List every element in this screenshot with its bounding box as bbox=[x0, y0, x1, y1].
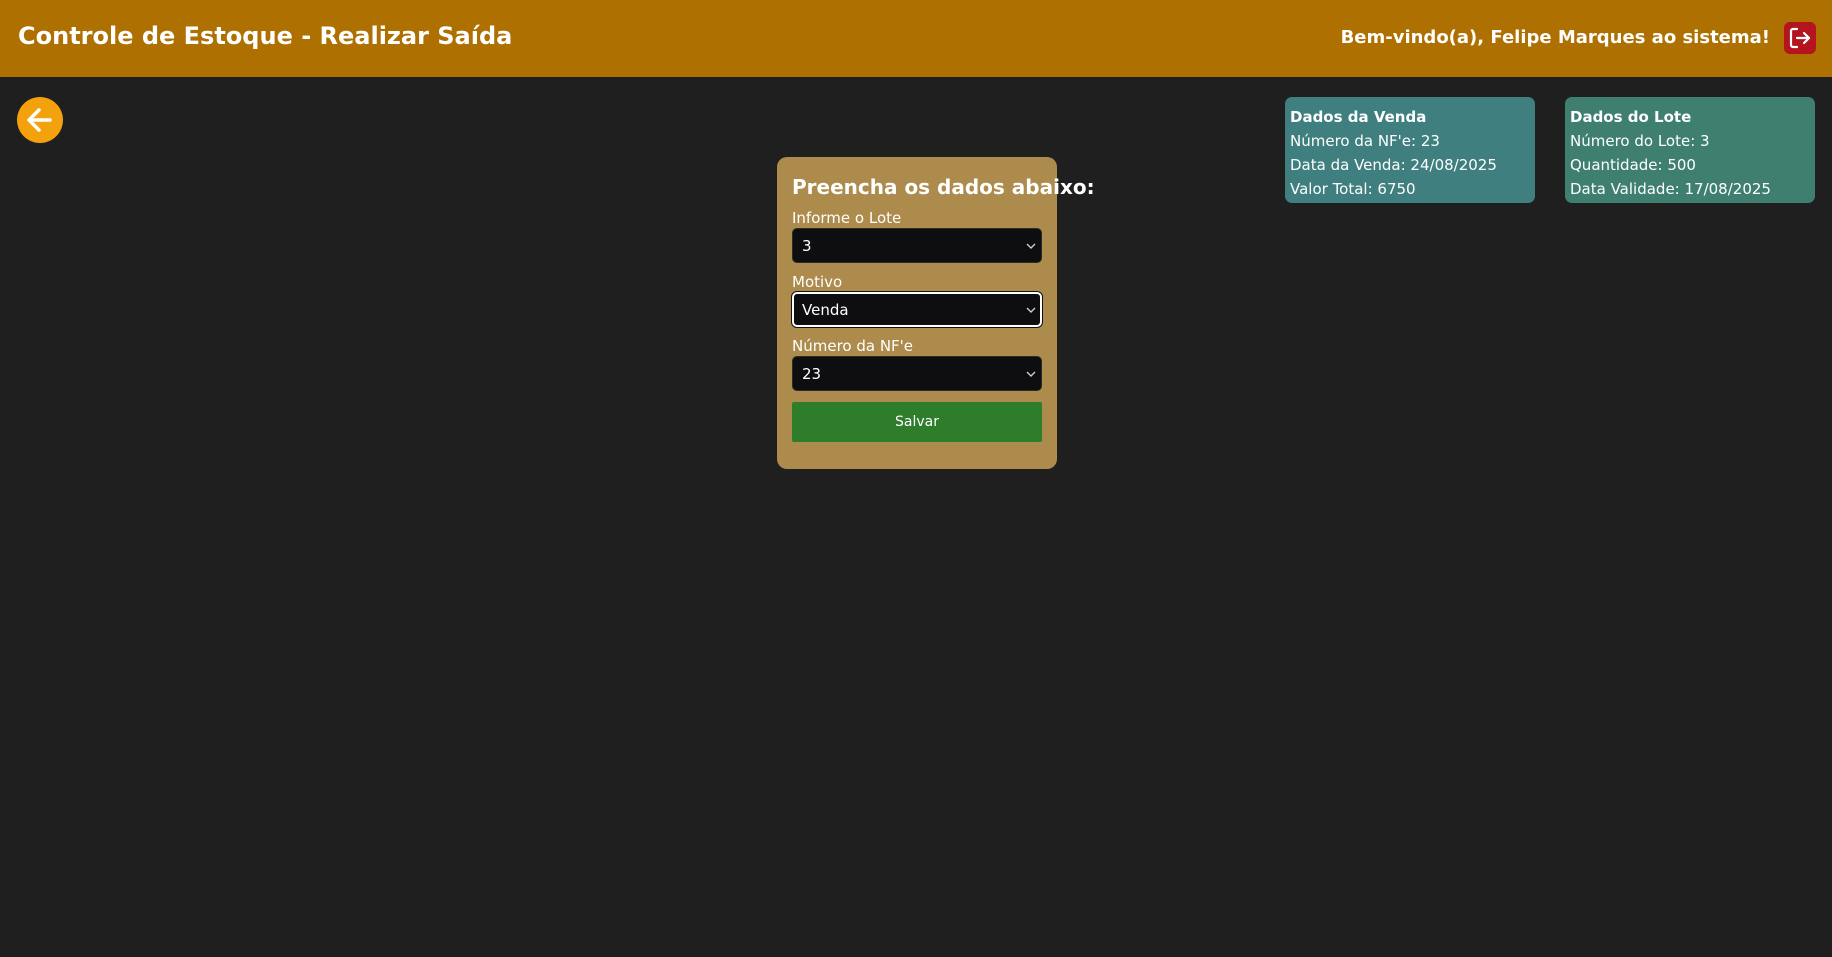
page-title: Controle de Estoque - Realizar Saída bbox=[18, 22, 513, 50]
batch-card-title: Dados do Lote bbox=[1570, 108, 1692, 126]
nfe-label: Número da NF'e bbox=[792, 337, 914, 355]
lote-selected-value: 3 bbox=[802, 237, 812, 255]
exit-form: Preencha os dados abaixo: Informe o Lote… bbox=[777, 157, 1095, 469]
logout-button[interactable] bbox=[1784, 22, 1816, 54]
sale-data-card: Dados da Venda Número da NF'e: 23 Data d… bbox=[1285, 97, 1535, 203]
chevron-down-icon bbox=[1026, 307, 1036, 313]
lote-select[interactable]: 3 bbox=[792, 228, 1042, 263]
sale-total-value: Valor Total: 6750 bbox=[1290, 180, 1416, 198]
form-title: Preencha os dados abaixo: bbox=[792, 175, 1095, 199]
sale-nfe-number: Número da NF'e: 23 bbox=[1290, 132, 1440, 150]
batch-data-card: Dados do Lote Número do Lote: 3 Quantida… bbox=[1565, 97, 1815, 203]
nfe-selected-value: 23 bbox=[802, 365, 822, 383]
logout-icon bbox=[1789, 27, 1811, 49]
nfe-select[interactable]: 23 bbox=[792, 356, 1042, 391]
arrow-left-icon bbox=[27, 108, 52, 132]
sale-card-title: Dados da Venda bbox=[1290, 108, 1427, 126]
motivo-selected-value: Venda bbox=[802, 301, 849, 319]
sale-date: Data da Venda: 24/08/2025 bbox=[1290, 156, 1497, 174]
lote-label: Informe o Lote bbox=[792, 209, 902, 227]
save-button[interactable]: Salvar bbox=[792, 402, 1042, 442]
batch-quantity: Quantidade: 500 bbox=[1570, 156, 1696, 174]
app-header: Controle de Estoque - Realizar Saída Bem… bbox=[0, 0, 1832, 77]
batch-number: Número do Lote: 3 bbox=[1570, 132, 1710, 150]
back-button[interactable] bbox=[17, 97, 63, 143]
motivo-select[interactable]: Venda bbox=[792, 292, 1042, 327]
chevron-down-icon bbox=[1026, 243, 1036, 249]
motivo-label: Motivo bbox=[792, 273, 843, 291]
batch-expiry-date: Data Validade: 17/08/2025 bbox=[1570, 180, 1771, 198]
chevron-down-icon bbox=[1026, 371, 1036, 377]
welcome-message: Bem-vindo(a), Felipe Marques ao sistema! bbox=[1340, 27, 1770, 48]
